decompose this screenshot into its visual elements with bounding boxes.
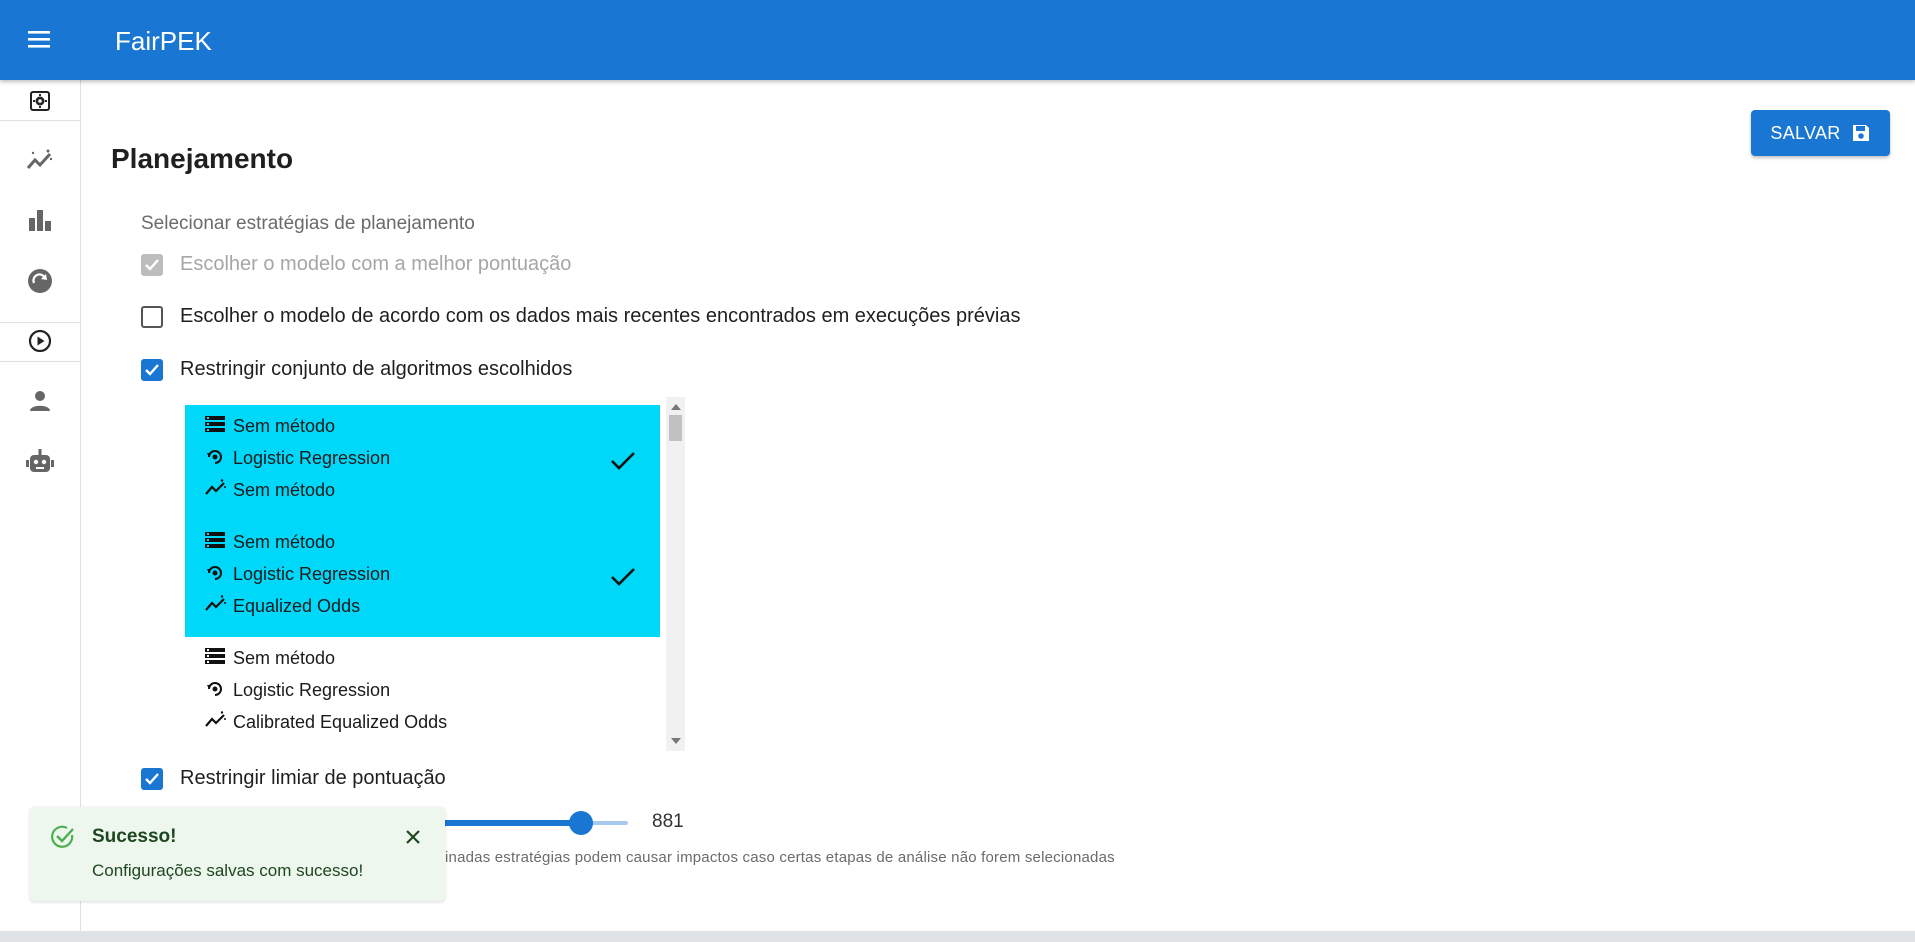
postprocess-label: Calibrated Equalized Odds bbox=[233, 712, 448, 732]
option-label: Restringir conjunto de algoritmos escolh… bbox=[180, 358, 573, 380]
postprocess-label: Sem método bbox=[233, 480, 336, 500]
threshold-value: 881 bbox=[652, 811, 684, 832]
model-label: Logistic Regression bbox=[233, 448, 391, 468]
save-button[interactable]: SALVAR bbox=[1751, 110, 1890, 156]
scroll-up-icon[interactable] bbox=[671, 404, 681, 410]
threshold-helper-text: inadas estratégias podem causar impactos… bbox=[445, 849, 1115, 866]
checkbox-checked-icon bbox=[141, 253, 163, 276]
sidebar-item-bot[interactable] bbox=[0, 446, 80, 476]
model-label: Logistic Regression bbox=[233, 564, 391, 584]
preprocess-label: Sem método bbox=[233, 416, 336, 436]
menu-icon[interactable] bbox=[24, 26, 56, 54]
list-item[interactable]: Sem método Logistic Regression Calibrate… bbox=[185, 637, 660, 751]
list-scrollbar[interactable] bbox=[666, 397, 685, 751]
planning-section-label: Selecionar estratégias de planejamento bbox=[141, 213, 475, 234]
refresh-circle-icon bbox=[28, 269, 52, 293]
robot-icon bbox=[26, 449, 54, 472]
preprocess-label: Sem método bbox=[233, 648, 336, 668]
model-cycle-icon bbox=[205, 563, 229, 585]
sidebar-item-settings[interactable] bbox=[0, 86, 80, 116]
threshold-slider-thumb[interactable] bbox=[569, 811, 593, 835]
close-icon[interactable] bbox=[403, 827, 423, 847]
auto-graph-icon bbox=[205, 595, 229, 617]
app-bar: FairPEK bbox=[0, 0, 1915, 80]
success-toast: Sucesso! Configurações salvas com sucess… bbox=[30, 807, 445, 901]
sidebar-item-analysis[interactable] bbox=[0, 145, 80, 175]
scroll-thumb[interactable] bbox=[669, 415, 682, 441]
option-label: Restringir limiar de pontuação bbox=[180, 767, 446, 789]
model-label: Logistic Regression bbox=[233, 680, 391, 700]
play-circle-icon bbox=[28, 329, 52, 353]
list-item[interactable]: Sem método Logistic Regression Equalized… bbox=[185, 521, 660, 637]
model-cycle-icon bbox=[205, 447, 229, 469]
settings-icon bbox=[30, 91, 50, 111]
auto-graph-icon bbox=[26, 149, 53, 169]
toast-message: Configurações salvas com sucesso! bbox=[92, 861, 364, 880]
success-check-icon bbox=[51, 825, 74, 848]
option-restrict-threshold[interactable]: Restringir limiar de pontuação bbox=[141, 767, 446, 790]
check-icon bbox=[611, 568, 635, 586]
checkbox-checked-icon bbox=[141, 767, 163, 790]
option-label: Escolher o modelo de acordo com os dados… bbox=[180, 305, 1021, 327]
option-recent-data[interactable]: Escolher o modelo de acordo com os dados… bbox=[141, 305, 1020, 328]
storage-icon bbox=[205, 531, 229, 553]
preprocess-label: Sem método bbox=[233, 532, 336, 552]
option-best-score[interactable]: Escolher o modelo com a melhor pontuação bbox=[141, 253, 571, 276]
taskbar-strip bbox=[0, 931, 1915, 942]
auto-graph-icon bbox=[205, 711, 229, 733]
sidebar-item-charts[interactable] bbox=[0, 205, 80, 235]
storage-icon bbox=[205, 415, 229, 437]
model-cycle-icon bbox=[205, 679, 229, 701]
page-title: Planejamento bbox=[111, 143, 294, 174]
checkbox-checked-icon bbox=[141, 358, 163, 381]
save-button-label: SALVAR bbox=[1770, 122, 1841, 143]
algorithm-list[interactable]: Sem método Logistic Regression Sem métod… bbox=[185, 397, 685, 751]
app-title: FairPEK bbox=[115, 26, 212, 56]
option-restrict-algorithms[interactable]: Restringir conjunto de algoritmos escolh… bbox=[141, 358, 572, 381]
checkbox-unchecked-icon bbox=[141, 305, 163, 328]
check-icon bbox=[611, 452, 635, 470]
sidebar-item-run[interactable] bbox=[0, 326, 80, 356]
sidebar-item-sync[interactable] bbox=[0, 266, 80, 296]
postprocess-label: Equalized Odds bbox=[233, 596, 361, 616]
scroll-down-icon[interactable] bbox=[671, 738, 681, 744]
storage-icon bbox=[205, 647, 229, 669]
option-label: Escolher o modelo com a melhor pontuação bbox=[180, 253, 572, 275]
toast-title: Sucesso! bbox=[92, 826, 177, 847]
sidebar-item-user[interactable] bbox=[0, 386, 80, 416]
bar-chart-icon bbox=[29, 210, 51, 231]
person-icon bbox=[30, 391, 50, 411]
list-item[interactable]: Sem método Logistic Regression Sem métod… bbox=[185, 405, 660, 521]
save-icon bbox=[1852, 125, 1869, 141]
auto-graph-icon bbox=[205, 479, 229, 501]
